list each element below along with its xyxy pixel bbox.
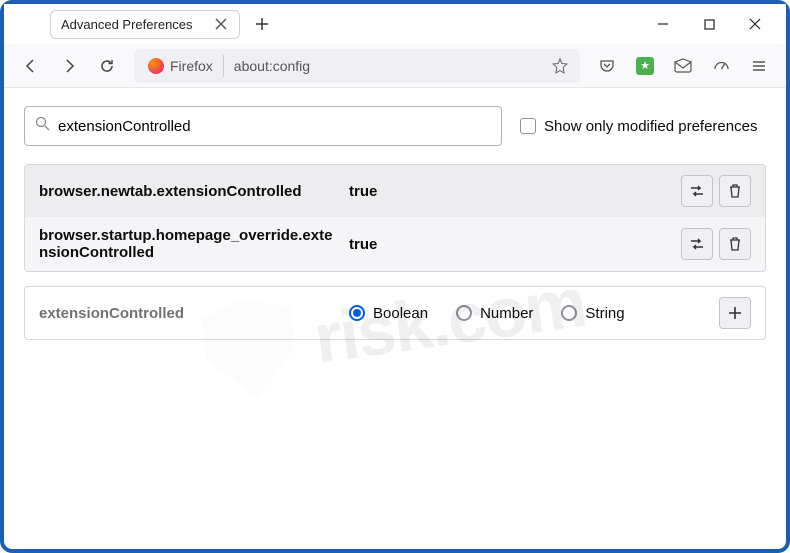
search-input[interactable] (58, 118, 491, 135)
preference-name: browser.newtab.extensionControlled (39, 183, 339, 200)
site-identity[interactable]: Firefox (138, 49, 223, 83)
show-modified-toggle[interactable]: Show only modified preferences (520, 118, 757, 135)
show-modified-label: Show only modified preferences (544, 118, 757, 135)
url-text: about:config (224, 58, 544, 74)
browser-tab[interactable]: Advanced Preferences (50, 10, 240, 39)
window-controls (640, 6, 778, 42)
preference-row[interactable]: browser.startup.homepage_override.extens… (25, 217, 765, 271)
toggle-button[interactable] (681, 175, 713, 207)
pocket-icon[interactable] (590, 49, 624, 83)
tab-title: Advanced Preferences (61, 17, 207, 32)
type-radio-group: Boolean Number String (349, 305, 709, 322)
bookmark-star-icon[interactable] (544, 58, 576, 74)
close-tab-icon[interactable] (215, 17, 229, 31)
checkbox-icon (520, 118, 536, 134)
maximize-button[interactable] (686, 6, 732, 42)
minimize-button[interactable] (640, 6, 686, 42)
radio-string[interactable]: String (561, 305, 624, 322)
preference-value: true (349, 236, 671, 253)
preference-search-box[interactable] (24, 106, 502, 146)
toggle-button[interactable] (681, 228, 713, 260)
mail-icon[interactable] (666, 49, 700, 83)
titlebar: Advanced Preferences (4, 4, 786, 44)
row-actions (681, 228, 751, 260)
about-config-content: risk.com Show only modified preferences … (4, 88, 786, 549)
add-preference-button[interactable] (719, 297, 751, 329)
preference-name: browser.startup.homepage_override.extens… (39, 227, 339, 261)
radio-icon (349, 305, 365, 321)
delete-button[interactable] (719, 228, 751, 260)
delete-button[interactable] (719, 175, 751, 207)
reload-button[interactable] (90, 49, 124, 83)
row-actions (681, 175, 751, 207)
search-row: Show only modified preferences (24, 106, 766, 146)
preference-table: browser.newtab.extensionControlled true … (24, 164, 766, 272)
radio-icon (456, 305, 472, 321)
preference-value: true (349, 183, 671, 200)
new-preference-name: extensionControlled (39, 305, 339, 322)
identity-label: Firefox (170, 58, 213, 74)
extension-icon[interactable]: ★ (628, 49, 662, 83)
new-preference-section: extensionControlled Boolean Number Strin… (24, 286, 766, 340)
radio-boolean[interactable]: Boolean (349, 305, 428, 322)
radio-label: String (585, 305, 624, 322)
new-preference-row: extensionControlled Boolean Number Strin… (25, 287, 765, 339)
menu-button[interactable] (742, 49, 776, 83)
forward-button[interactable] (52, 49, 86, 83)
dashboard-icon[interactable] (704, 49, 738, 83)
search-icon (35, 116, 50, 136)
radio-label: Number (480, 305, 533, 322)
preference-row[interactable]: browser.newtab.extensionControlled true (25, 165, 765, 217)
browser-window: Advanced Preferences (4, 4, 786, 549)
new-tab-button[interactable] (248, 10, 276, 38)
firefox-logo-icon (148, 58, 164, 74)
radio-label: Boolean (373, 305, 428, 322)
toolbar: Firefox about:config ★ (4, 44, 786, 88)
radio-icon (561, 305, 577, 321)
close-window-button[interactable] (732, 6, 778, 42)
address-bar[interactable]: Firefox about:config (134, 49, 580, 83)
radio-number[interactable]: Number (456, 305, 533, 322)
back-button[interactable] (14, 49, 48, 83)
